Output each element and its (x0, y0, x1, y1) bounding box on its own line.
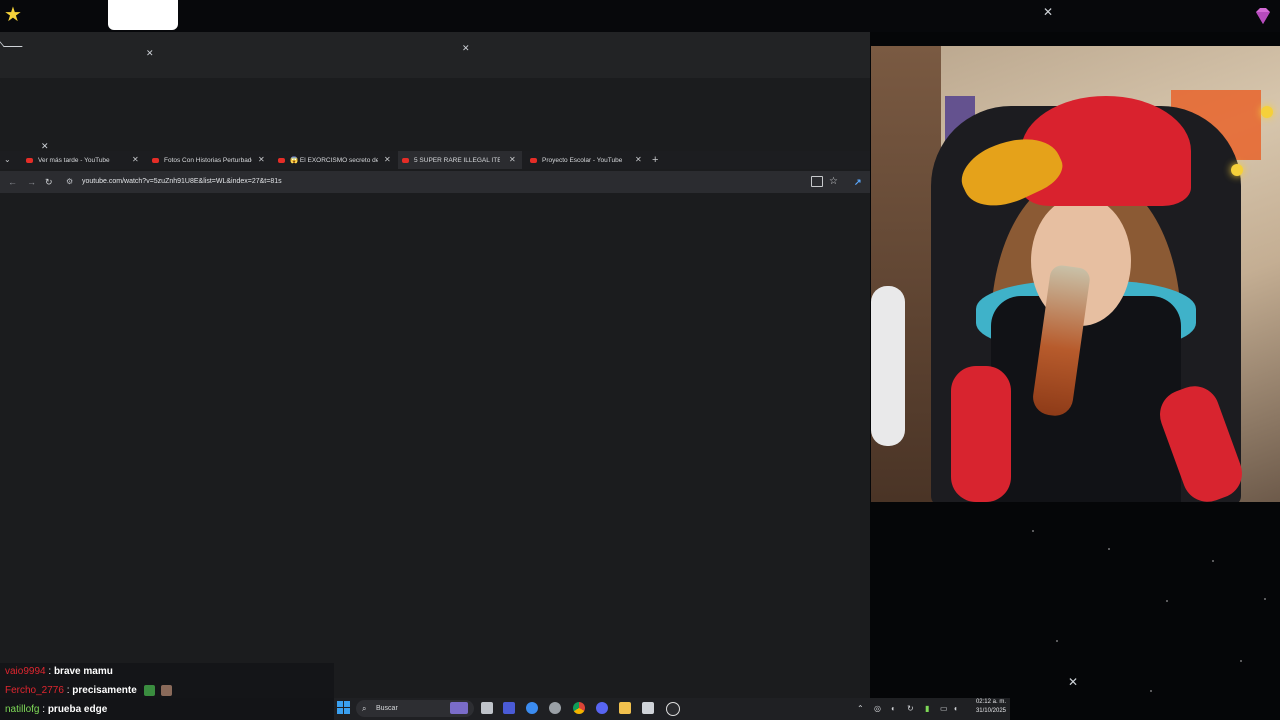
bookmark-star-icon[interactable]: ☆ (829, 171, 838, 193)
tab-proyecto-escolar[interactable]: Proyecto Escolar - YouTube (526, 151, 634, 169)
mail-icon[interactable] (642, 702, 654, 714)
tab-fotos[interactable]: Fotos Con Historias Perturbadoras (148, 151, 252, 169)
tab-close-icon[interactable]: ✕ (384, 151, 391, 169)
webcam-feed (871, 46, 1280, 502)
youtube-icon (152, 157, 159, 163)
earth-emote-icon (143, 684, 155, 696)
folder-icon[interactable] (619, 702, 631, 714)
close-icon: ✕ (1068, 675, 1079, 689)
page-content-area (0, 195, 870, 698)
browser-top-area (0, 32, 870, 78)
chat-separator: : (42, 704, 46, 715)
taskbar-search-placeholder: Buscar (376, 705, 398, 712)
tab-title: 😱 El EXORCISMO secreto del Vaticano (290, 157, 378, 164)
chevron-up-icon[interactable]: ⌃ (857, 698, 864, 720)
chat-username: natillofg (5, 704, 40, 715)
forward-icon[interactable]: → (27, 171, 36, 193)
volume-icon[interactable]: ◖ (953, 698, 958, 720)
tab-close-icon[interactable]: ✕ (509, 151, 516, 169)
search-icon: ⌕ (362, 704, 367, 713)
address-bar-url[interactable]: youtube.com/watch?v=5zuZnh91U8E&list=WL&… (82, 171, 282, 193)
chat-separator: : (48, 666, 52, 677)
address-bar-row: ← → ↻ ⚙ youtube.com/watch?v=5zuZnh91U8E&… (0, 171, 870, 193)
tab-exorcismo[interactable]: 😱 El EXORCISMO secreto del Vaticano (274, 151, 378, 169)
chat-username: vaio9994 (5, 666, 46, 677)
network-icon[interactable]: ▭ (940, 698, 948, 720)
close-icon: ✕ (462, 43, 470, 53)
tab-title: Proyecto Escolar - YouTube (542, 156, 623, 164)
chat-overlay: vaio9994 : brave mamu Fercho_2776 : prec… (0, 663, 334, 720)
tab-close-icon[interactable]: ✕ (132, 151, 139, 169)
tab-super-rare[interactable]: 5 SUPER RARE ILLEGAL ITEMS (398, 151, 522, 169)
tab-close-icon[interactable]: ✕ (635, 151, 642, 169)
chat-message: natillofg : prueba edge (5, 701, 107, 719)
youtube-icon (26, 157, 33, 163)
chrome-icon[interactable] (573, 702, 585, 714)
tab-watch-later[interactable]: Ver más tarde - YouTube (22, 151, 132, 169)
site-info-icon[interactable]: ⚙ (66, 171, 73, 193)
obs-icon[interactable] (666, 702, 680, 716)
youtube-icon (278, 157, 285, 163)
reload-icon[interactable]: ↻ (45, 171, 53, 193)
close-icon: ✕ (146, 48, 154, 58)
extension-icon[interactable]: ↗ (854, 171, 862, 193)
settings-icon[interactable] (549, 702, 561, 714)
chat-text: prueba edge (47, 704, 108, 715)
sync-icon[interactable]: ↻ (907, 698, 914, 720)
browser-window: ✕ ✕ ✕ ⌄ Ver más tarde - YouTube ✕ Fotos … (0, 32, 870, 698)
face-emote-icon (161, 684, 173, 696)
youtube-icon (530, 157, 537, 163)
tab-close-icon[interactable]: ✕ (258, 151, 265, 169)
overlay-top-strip (0, 0, 1280, 32)
youtube-icon (402, 157, 409, 163)
new-tab-button[interactable]: + (652, 151, 658, 169)
chat-separator: : (66, 685, 70, 696)
overlay-white-box (108, 0, 178, 30)
chat-message: Fercho_2776 : precisamente (5, 682, 173, 700)
back-icon[interactable]: ← (8, 171, 17, 193)
tab-title: Fotos Con Historias Perturbadoras (164, 156, 252, 164)
chat-text: precisamente (72, 685, 137, 696)
tab-title: Ver más tarde - YouTube (38, 156, 110, 164)
star-icon: ★ (4, 4, 22, 26)
clock-time[interactable]: 02:12 a. m. (968, 699, 1006, 705)
widgets-icon[interactable] (450, 702, 468, 714)
tray-app-icon[interactable]: ◎ (874, 698, 881, 720)
install-app-icon[interactable] (811, 176, 823, 187)
tray-app-icon[interactable]: ◐ (891, 698, 896, 720)
chat-text: brave mamu (53, 666, 113, 677)
gem-icon (1256, 8, 1270, 24)
clock-date[interactable]: 31/10/2025 (968, 708, 1006, 714)
chat-username: Fercho_2776 (5, 685, 64, 696)
app-icon[interactable] (503, 702, 515, 714)
discord-icon[interactable] (596, 702, 608, 714)
task-view-icon[interactable] (481, 702, 493, 714)
chat-message: vaio9994 : brave mamu (5, 663, 113, 681)
copilot-icon[interactable] (526, 702, 538, 714)
mic-icon[interactable]: ▮ (925, 698, 929, 720)
tab-title: 5 SUPER RARE ILLEGAL ITEMS (414, 156, 500, 164)
tab-search-dropdown-icon[interactable]: ⌄ (4, 151, 11, 169)
close-icon: ✕ (1043, 5, 1054, 19)
windows-start-icon[interactable] (337, 701, 350, 714)
